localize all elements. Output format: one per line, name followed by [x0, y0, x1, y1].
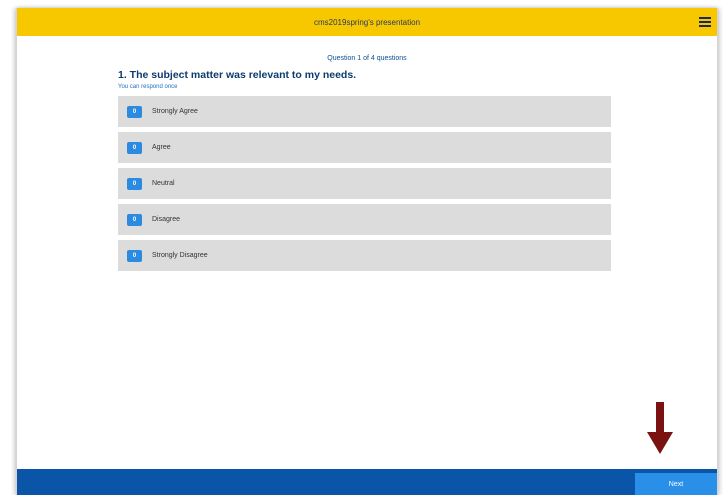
option-label: Disagree — [152, 216, 181, 223]
option-label: Strongly Disagree — [152, 252, 208, 259]
response-count-badge: 0 — [127, 249, 142, 262]
option-neutral[interactable]: 0 Neutral — [118, 168, 611, 199]
option-strongly-agree[interactable]: 0 Strongly Agree — [118, 96, 611, 127]
option-label: Neutral — [152, 180, 175, 187]
next-button[interactable]: Next — [635, 473, 717, 495]
question-progress: Question 1 of 4 questions — [327, 55, 407, 62]
down-arrow-icon — [647, 402, 673, 454]
presentation-title: cms2019spring's presentation — [313, 17, 421, 27]
option-strongly-disagree[interactable]: 0 Strongly Disagree — [118, 240, 611, 271]
header-bar: cms2019spring's presentation — [17, 8, 717, 36]
option-label: Strongly Agree — [152, 108, 198, 115]
answer-options: 0 Strongly Agree 0 Agree 0 Neutral 0 Dis… — [118, 96, 611, 276]
option-label: Agree — [152, 144, 171, 151]
response-count-badge: 0 — [127, 213, 142, 226]
footer-bar: Next — [17, 469, 717, 495]
response-count-badge: 0 — [127, 141, 142, 154]
hamburger-menu-icon[interactable] — [699, 17, 711, 27]
response-count-badge: 0 — [127, 177, 142, 190]
response-count-badge: 0 — [127, 105, 142, 118]
response-hint: You can respond once — [118, 84, 178, 90]
question-title: 1. The subject matter was relevant to my… — [118, 69, 357, 81]
option-disagree[interactable]: 0 Disagree — [118, 204, 611, 235]
option-agree[interactable]: 0 Agree — [118, 132, 611, 163]
presentation-frame: cms2019spring's presentation Question 1 … — [16, 8, 718, 495]
